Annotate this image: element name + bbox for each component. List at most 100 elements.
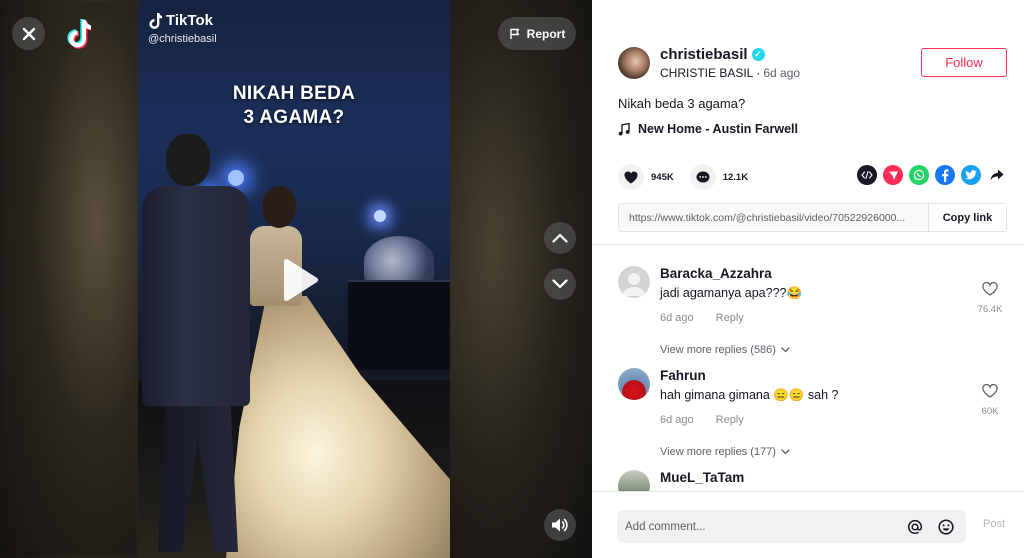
author-block[interactable]: christiebasil ✓ CHRISTIE BASIL · 6d ago	[618, 46, 800, 80]
watermark-username: @christiebasil	[148, 33, 217, 45]
comment-count: 12.1K	[722, 171, 749, 183]
comment-text: hah gimana gimana 😑😑 sah ?	[660, 388, 839, 402]
reply-button[interactable]: Reply	[716, 414, 744, 426]
groom-head	[166, 134, 210, 186]
next-video-button[interactable]	[544, 268, 576, 300]
chevron-down-icon	[781, 449, 790, 455]
comment-text: jadi agamanya apa???😂	[660, 286, 803, 300]
separator-dot: ·	[756, 66, 761, 80]
comment-bubble-icon	[696, 171, 710, 182]
comment-composer: Add comment... Post	[592, 491, 1024, 558]
tiktok-logo[interactable]	[62, 18, 94, 50]
post-comment-button[interactable]: Post	[983, 518, 1005, 530]
comment-like-button[interactable]: 60K	[970, 383, 1010, 417]
comment-input-placeholder: Add comment...	[625, 520, 706, 533]
comment-like-button[interactable]: 76.4K	[970, 281, 1010, 315]
like-button[interactable]	[618, 164, 644, 190]
embed-icon[interactable]	[857, 165, 877, 185]
send-to-friends-icon[interactable]	[883, 165, 903, 185]
stage-light	[374, 210, 386, 222]
emoji-button[interactable]	[935, 516, 957, 538]
tiktok-video-page: NIKAH BEDA 3 AGAMA? TikTok @christiebasi…	[0, 0, 1024, 558]
report-button[interactable]: Report	[498, 17, 576, 50]
volume-button[interactable]	[544, 509, 576, 541]
report-label: Report	[526, 26, 566, 41]
verified-badge-icon: ✓	[751, 48, 765, 61]
comment-time: 6d ago	[660, 312, 694, 324]
previous-video-button[interactable]	[544, 222, 576, 254]
comment-button[interactable]	[689, 164, 716, 190]
comment-username[interactable]: Fahrun	[660, 368, 960, 383]
whatsapp-icon[interactable]	[909, 165, 929, 185]
view-more-replies-button[interactable]: View more replies (177)	[660, 446, 960, 458]
close-button[interactable]	[12, 17, 45, 50]
heart-icon	[624, 171, 638, 183]
avatar[interactable]	[618, 368, 650, 400]
comment-input[interactable]: Add comment...	[617, 510, 966, 543]
author-username[interactable]: christiebasil	[660, 46, 748, 63]
reception-table	[348, 280, 450, 370]
like-action[interactable]: 945K	[618, 164, 674, 190]
twitter-icon[interactable]	[961, 165, 981, 185]
comment-list[interactable]: Baracka_Azzahra jadi agamanya apa???😂 6d…	[592, 246, 1024, 491]
close-icon	[22, 27, 35, 40]
video-link-box: https://www.tiktok.com/@christiebasil/vi…	[618, 203, 1007, 232]
music-note-icon	[618, 122, 630, 135]
groom-figure	[142, 186, 250, 406]
watermark-brand: TikTok	[166, 12, 213, 29]
play-button[interactable]	[280, 258, 320, 302]
speaker-icon	[552, 518, 568, 532]
flag-icon	[509, 28, 519, 39]
mention-button[interactable]	[904, 516, 926, 538]
facebook-icon[interactable]	[935, 165, 955, 185]
music-title: New Home - Austin Farwell	[638, 122, 798, 136]
heart-outline-icon	[982, 383, 998, 398]
smiley-icon	[938, 518, 954, 535]
music-link[interactable]: New Home - Austin Farwell	[618, 122, 798, 136]
chevron-up-icon	[552, 233, 568, 243]
tiktok-logo-icon	[67, 19, 91, 49]
video-overlay-line1: NIKAH BEDA	[232, 83, 356, 104]
avatar[interactable]	[618, 47, 650, 79]
flower-arrangement	[364, 236, 434, 286]
play-icon	[284, 258, 319, 302]
comment-time: 6d ago	[660, 414, 694, 426]
follow-button[interactable]: Follow	[921, 48, 1007, 77]
video-blur-background-left	[0, 0, 138, 558]
code-brackets-icon	[861, 170, 873, 180]
chevron-down-icon	[552, 279, 568, 289]
avatar[interactable]	[618, 470, 650, 491]
video-link-text[interactable]: https://www.tiktok.com/@christiebasil/vi…	[619, 212, 928, 224]
at-sign-icon	[907, 519, 923, 534]
stage-light	[228, 170, 244, 186]
tiktok-note-icon	[149, 12, 162, 29]
video-overlay-line2: 3 AGAMA?	[243, 107, 345, 128]
chevron-down-icon	[781, 347, 790, 353]
comment-action[interactable]: 12.1K	[689, 164, 749, 190]
details-panel: christiebasil ✓ CHRISTIE BASIL · 6d ago Fo…	[592, 0, 1024, 558]
default-user-icon	[622, 273, 646, 296]
paper-plane-icon	[888, 171, 898, 180]
comment-username[interactable]: Baracka_Azzahra	[660, 266, 960, 281]
copy-link-button[interactable]: Copy link	[928, 204, 1006, 231]
comment-like-count: 76.4K	[977, 304, 1003, 315]
view-replies-label: View more replies (586)	[660, 344, 776, 356]
share-arrow-icon[interactable]	[987, 165, 1007, 185]
video-description: Nikah beda 3 agama?	[618, 96, 746, 111]
video-info-section: christiebasil ✓ CHRISTIE BASIL · 6d ago Fo…	[592, 0, 1024, 245]
reply-button[interactable]: Reply	[716, 312, 744, 324]
video-text-overlay: NIKAH BEDA 3 AGAMA?	[138, 82, 450, 130]
author-subtitle: CHRISTIE BASIL · 6d ago	[660, 66, 800, 80]
heart-outline-icon	[982, 281, 998, 296]
whatsapp-phone-icon	[913, 169, 925, 181]
view-replies-label: View more replies (177)	[660, 446, 776, 458]
engagement-bar: 945K 12.1K	[618, 164, 748, 190]
avatar[interactable]	[618, 266, 650, 298]
view-more-replies-button[interactable]: View more replies (586)	[660, 344, 960, 356]
comment-username[interactable]: MueL_TaTam	[660, 470, 960, 485]
comment-like-count: 60K	[981, 406, 999, 417]
tiktok-watermark: TikTok @christiebasil	[148, 12, 217, 45]
forward-arrow-icon	[990, 169, 1004, 181]
facebook-f-icon	[942, 168, 949, 182]
like-count: 945K	[651, 171, 674, 183]
